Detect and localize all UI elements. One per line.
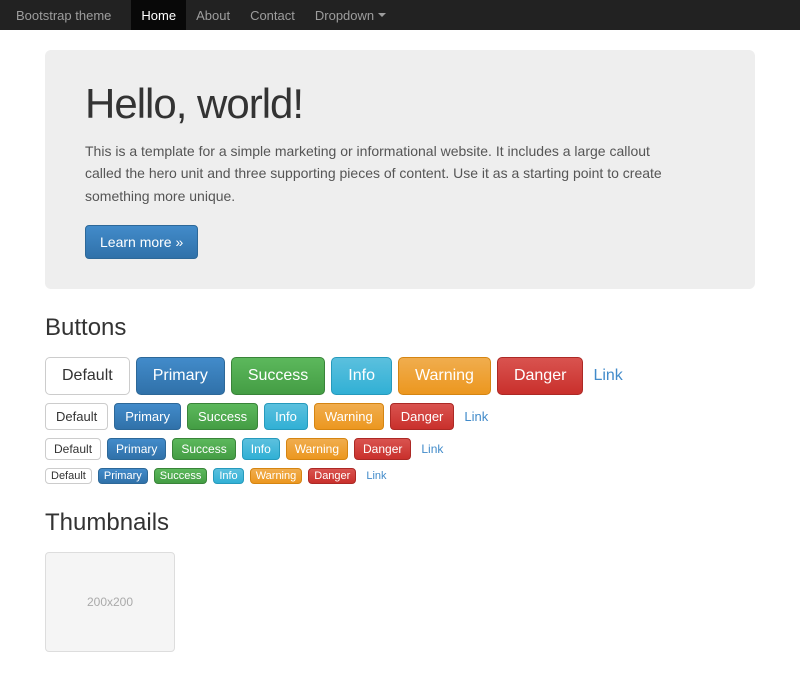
btn-link-md[interactable]: Link (460, 404, 492, 429)
dropdown-caret-icon (378, 13, 386, 17)
dropdown-label: Dropdown (315, 8, 386, 23)
main-container: Hello, world! This is a template for a s… (30, 30, 770, 697)
btn-default-sm[interactable]: Default (45, 438, 101, 460)
btn-primary-xs[interactable]: Primary (98, 468, 148, 484)
btn-success-md[interactable]: Success (187, 403, 258, 430)
hero-title: Hello, world! (85, 80, 715, 128)
nav-item-dropdown[interactable]: Dropdown (305, 0, 396, 30)
nav-item-home[interactable]: Home (131, 0, 186, 30)
btn-danger-sm[interactable]: Danger (354, 438, 411, 460)
btn-warning-md[interactable]: Warning (314, 403, 384, 430)
hero-unit: Hello, world! This is a template for a s… (45, 50, 755, 289)
buttons-section-title: Buttons (45, 314, 755, 342)
nav-items: Home About Contact Dropdown (131, 0, 396, 30)
btn-primary-md[interactable]: Primary (114, 403, 181, 430)
btn-info-md[interactable]: Info (264, 403, 308, 430)
btn-danger-lg[interactable]: Danger (497, 357, 583, 395)
learn-more-button[interactable]: Learn more » (85, 225, 198, 259)
hero-description: This is a template for a simple marketin… (85, 140, 685, 207)
btn-link-sm[interactable]: Link (417, 439, 447, 459)
button-row-lg: Default Primary Success Info Warning Dan… (45, 357, 755, 395)
btn-default-md[interactable]: Default (45, 403, 108, 430)
button-row-md: Default Primary Success Info Warning Dan… (45, 403, 755, 430)
btn-default-xs[interactable]: Default (45, 468, 92, 484)
btn-link-xs[interactable]: Link (362, 469, 390, 483)
btn-warning-sm[interactable]: Warning (286, 438, 348, 460)
btn-success-sm[interactable]: Success (172, 438, 235, 460)
btn-warning-xs[interactable]: Warning (250, 468, 303, 484)
btn-info-xs[interactable]: Info (213, 468, 243, 484)
btn-warning-lg[interactable]: Warning (398, 357, 491, 395)
button-row-sm: Default Primary Success Info Warning Dan… (45, 438, 755, 460)
navbar: Bootstrap theme Home About Contact Dropd… (0, 0, 800, 30)
thumbnails-section: Thumbnails 200x200 (45, 509, 755, 652)
btn-success-lg[interactable]: Success (231, 357, 325, 395)
btn-primary-lg[interactable]: Primary (136, 357, 225, 395)
navbar-brand[interactable]: Bootstrap theme (16, 8, 111, 23)
btn-danger-md[interactable]: Danger (390, 403, 455, 430)
thumbnails-section-title: Thumbnails (45, 509, 755, 537)
thumbnail-item[interactable]: 200x200 (45, 552, 175, 652)
nav-item-contact[interactable]: Contact (240, 0, 305, 30)
btn-success-xs[interactable]: Success (154, 468, 208, 484)
buttons-section: Buttons Default Primary Success Info War… (45, 314, 755, 484)
btn-link-lg[interactable]: Link (589, 358, 626, 394)
thumbnail-label: 200x200 (87, 595, 133, 609)
btn-danger-xs[interactable]: Danger (308, 468, 356, 484)
btn-default-lg[interactable]: Default (45, 357, 130, 395)
nav-item-about[interactable]: About (186, 0, 240, 30)
btn-info-lg[interactable]: Info (331, 357, 392, 395)
button-row-xs: Default Primary Success Info Warning Dan… (45, 468, 755, 484)
btn-primary-sm[interactable]: Primary (107, 438, 166, 460)
btn-info-sm[interactable]: Info (242, 438, 280, 460)
